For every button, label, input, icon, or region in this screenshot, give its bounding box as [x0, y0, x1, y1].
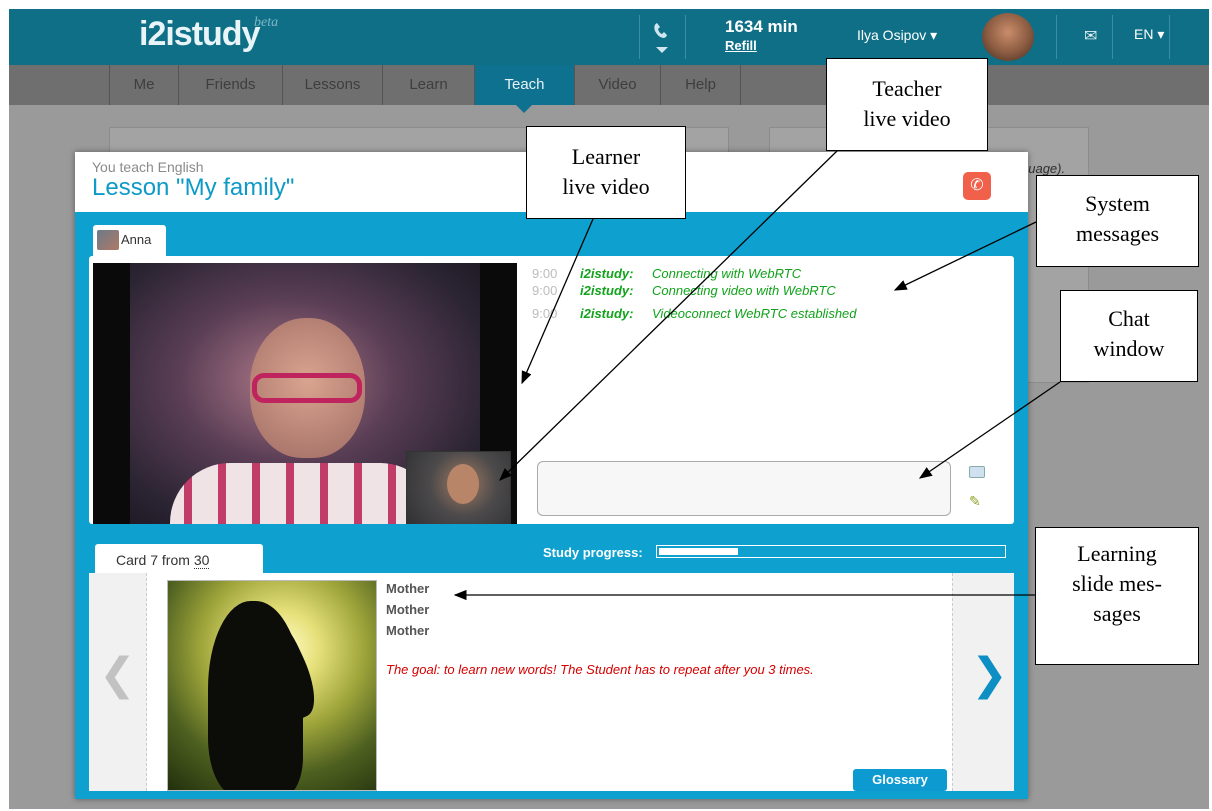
tab-teach[interactable]: Teach — [475, 65, 575, 105]
callout-learning-slide: Learning slide mes- sages — [1035, 527, 1199, 665]
callout-line: Chat — [1108, 306, 1150, 331]
study-progress-label: Study progress: — [543, 545, 643, 560]
phone-icon[interactable] — [639, 17, 685, 59]
tab-me[interactable]: Me — [109, 65, 179, 105]
slide-word: Mother — [386, 623, 430, 638]
chat-input[interactable] — [537, 461, 951, 516]
beta-badge: beta — [254, 15, 279, 30]
callout-teacher-video: Teacher live video — [826, 58, 988, 151]
callout-line: live video — [562, 174, 650, 199]
callout-line: sages — [1093, 601, 1141, 626]
callout-line: live video — [863, 106, 951, 131]
callout-line: window — [1093, 336, 1165, 361]
message-sender: i2istudy: — [580, 266, 634, 281]
callout-line: slide mes- — [1072, 571, 1162, 596]
message-time: 9:00 — [532, 306, 558, 321]
callout-line: System — [1085, 191, 1150, 216]
mail-icon[interactable]: ✉ — [1084, 26, 1097, 46]
callout-system-messages: System messages — [1036, 175, 1199, 267]
message-text: Connecting with WebRTC — [652, 266, 802, 281]
main-nav: Me Friends Lessons Learn Teach Video Hel… — [9, 65, 1209, 105]
header-divider — [685, 15, 686, 59]
prev-arrow-icon: ❮ — [99, 649, 136, 700]
card-counter-tab: Card 7 from 30 — [95, 544, 263, 574]
teacher-face — [447, 464, 479, 504]
header-divider — [1112, 15, 1113, 59]
learner-video[interactable] — [93, 263, 517, 524]
learning-slide: ❮ Mother Mother Mother The goal: to lear… — [89, 573, 1014, 791]
user-menu[interactable]: Ilya Osipov ▾ — [857, 27, 937, 44]
refill-link[interactable]: Refill — [725, 38, 757, 53]
study-progress-bar — [656, 545, 1006, 558]
system-message: 9:00 i2istudy: Videoconnect WebRTC establi… — [532, 306, 857, 321]
language-selector[interactable]: EN ▾ — [1134, 26, 1164, 43]
slide-goal: The goal: to learn new words! The Studen… — [386, 662, 814, 677]
message-time: 9:00 — [532, 283, 558, 298]
system-message: 9:00 i2istudy: Connecting video with WebRT… — [532, 283, 836, 298]
tab-help[interactable]: Help — [661, 65, 741, 105]
glossary-button[interactable]: Glossary — [853, 769, 947, 791]
tab-lessons[interactable]: Lessons — [283, 65, 383, 105]
active-tab-pointer — [516, 105, 532, 113]
slide-image — [167, 580, 377, 791]
message-time: 9:00 — [532, 266, 558, 281]
callout-line: messages — [1075, 221, 1160, 246]
tab-learn[interactable]: Learn — [383, 65, 475, 105]
message-sender: i2istudy: — [580, 306, 634, 321]
video-chat-panel: 9:00 i2istudy: Connecting with WebRTC 9:00… — [89, 256, 1014, 524]
phone-icon-glyph — [654, 23, 668, 53]
callout-learner-video: Learner live video — [526, 126, 686, 219]
avatar — [97, 230, 119, 250]
message-text: Connecting video with WebRTC — [652, 283, 836, 298]
tab-friends[interactable]: Friends — [179, 65, 283, 105]
slide-word: Mother — [386, 602, 430, 617]
lesson-subtitle: You teach English — [92, 159, 204, 175]
slide-word: Mother — [386, 581, 430, 596]
prev-card-button[interactable]: ❮ — [89, 573, 147, 791]
student-name: Anna — [121, 232, 152, 247]
next-arrow-icon: ❯ — [971, 649, 1008, 700]
header-divider — [1169, 15, 1170, 59]
learner-shirt — [170, 463, 440, 524]
callout-chat-window: Chat window — [1060, 290, 1198, 382]
learner-glasses — [252, 373, 362, 403]
avatar[interactable] — [982, 13, 1034, 61]
header-divider — [1056, 15, 1057, 59]
site-logo[interactable]: i2istudy — [139, 15, 260, 54]
student-tab[interactable]: Anna — [93, 225, 166, 256]
teacher-video[interactable] — [406, 451, 511, 524]
minutes-balance: 1634 min — [725, 17, 798, 36]
message-sender: i2istudy: — [580, 283, 634, 298]
callout-line: Learner — [571, 144, 641, 169]
next-card-button[interactable]: ❯ — [952, 573, 1014, 791]
lesson-modal: You teach English Lesson "My family" ✆ A… — [75, 152, 1028, 799]
card-counter-label: Card 7 from — [116, 552, 190, 568]
tab-video[interactable]: Video — [575, 65, 661, 105]
site-header: i2istudy beta 1634 min Refill Ilya Osipo… — [9, 9, 1209, 65]
lesson-title: Lesson "My family" — [92, 174, 295, 201]
study-progress-fill — [659, 548, 738, 555]
callout-line: Teacher — [872, 76, 942, 101]
card-total[interactable]: 30 — [193, 552, 210, 569]
chat-log: 9:00 i2istudy: Connecting with WebRTC 9:00… — [532, 266, 1002, 456]
pencil-icon[interactable]: ✎ — [969, 493, 981, 510]
smiley-icon[interactable] — [969, 466, 985, 478]
hangup-icon[interactable]: ✆ — [963, 172, 991, 200]
callout-line: Learning — [1077, 541, 1157, 566]
message-text: Videoconnect WebRTC established — [652, 306, 857, 321]
system-message: 9:00 i2istudy: Connecting with WebRTC — [532, 266, 801, 281]
